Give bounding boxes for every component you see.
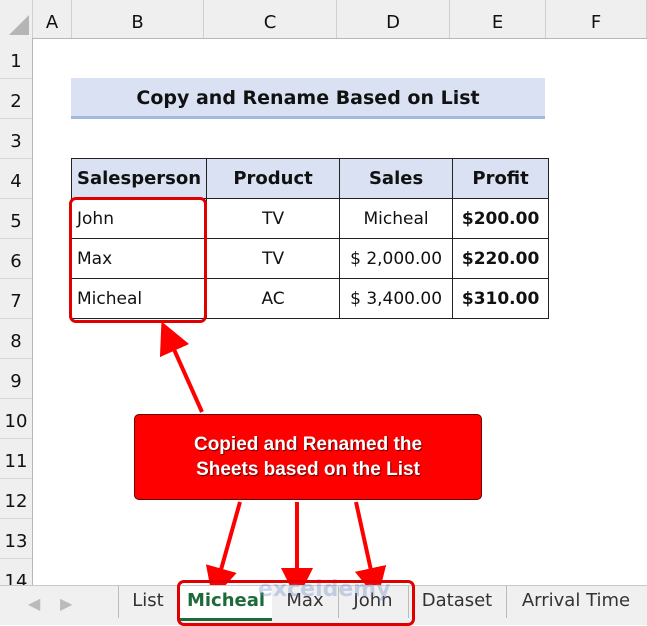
row-header-13[interactable]: 13 — [0, 518, 32, 559]
callout-box: Copied and Renamed the Sheets based on t… — [134, 414, 482, 500]
sheet-title: Copy and Rename Based on List — [71, 78, 545, 119]
row-header-7[interactable]: 7 — [0, 278, 32, 319]
row-header-1[interactable]: 1 — [0, 38, 32, 79]
header-profit[interactable]: Profit — [452, 158, 550, 199]
cell-sales[interactable]: Micheal — [339, 198, 454, 239]
row-header-10[interactable]: 10 — [0, 398, 32, 439]
column-header-d[interactable]: D — [337, 0, 450, 38]
column-header-e[interactable]: E — [450, 0, 546, 38]
row-header-11[interactable]: 11 — [0, 438, 32, 479]
header-sales[interactable]: Sales — [339, 158, 454, 199]
row-header-4[interactable]: 4 — [0, 158, 32, 199]
row-header-9[interactable]: 9 — [0, 358, 32, 399]
cell-sales[interactable]: $ 2,000.00 — [339, 238, 454, 279]
callout-line-1: Copied and Renamed the — [193, 434, 423, 455]
row-header-12[interactable]: 12 — [0, 478, 32, 519]
callout-line-2: Sheets based on the List — [196, 459, 420, 480]
cell-profit[interactable]: $200.00 — [452, 198, 550, 239]
tab-arrival-time[interactable]: Arrival Time — [506, 586, 645, 618]
cell-sales[interactable]: $ 3,400.00 — [339, 278, 454, 319]
tabs-highlight-box — [177, 580, 415, 626]
tab-list[interactable]: List — [118, 586, 177, 618]
row-header-6[interactable]: 6 — [0, 238, 32, 279]
row-header-bar: 1 2 3 4 5 6 7 8 9 10 11 12 13 14 — [0, 38, 33, 586]
row-header-3[interactable]: 3 — [0, 118, 32, 159]
cell-product[interactable]: AC — [206, 278, 341, 319]
select-all-corner[interactable] — [0, 0, 33, 38]
arrow-to-list — [159, 321, 204, 413]
select-all-icon — [9, 15, 29, 35]
row-header-14[interactable]: 14 — [0, 558, 32, 586]
cell-profit[interactable]: $310.00 — [452, 278, 550, 319]
cell-profit[interactable]: $220.00 — [452, 238, 550, 279]
row-header-2[interactable]: 2 — [0, 78, 32, 119]
column-header-b[interactable]: B — [72, 0, 204, 38]
salesperson-highlight-box — [69, 197, 207, 323]
prev-sheet-icon[interactable]: ◀ — [28, 594, 40, 613]
column-header-f[interactable]: F — [546, 0, 647, 38]
cell-product[interactable]: TV — [206, 198, 341, 239]
table-header-row: Salesperson Product Sales Profit — [70, 158, 550, 199]
tab-dataset[interactable]: Dataset — [408, 586, 505, 618]
row-header-8[interactable]: 8 — [0, 318, 32, 359]
cell-product[interactable]: TV — [206, 238, 341, 279]
column-header-a[interactable]: A — [33, 0, 72, 38]
header-salesperson[interactable]: Salesperson — [70, 158, 208, 199]
row-header-5[interactable]: 5 — [0, 198, 32, 239]
column-header-c[interactable]: C — [204, 0, 337, 38]
next-sheet-icon[interactable]: ▶ — [60, 594, 72, 613]
header-product[interactable]: Product — [206, 158, 341, 199]
arrow-to-micheal-tab — [205, 501, 242, 600]
column-header-bar: A B C D E F — [0, 0, 647, 39]
arrow-to-john-tab — [354, 501, 387, 600]
